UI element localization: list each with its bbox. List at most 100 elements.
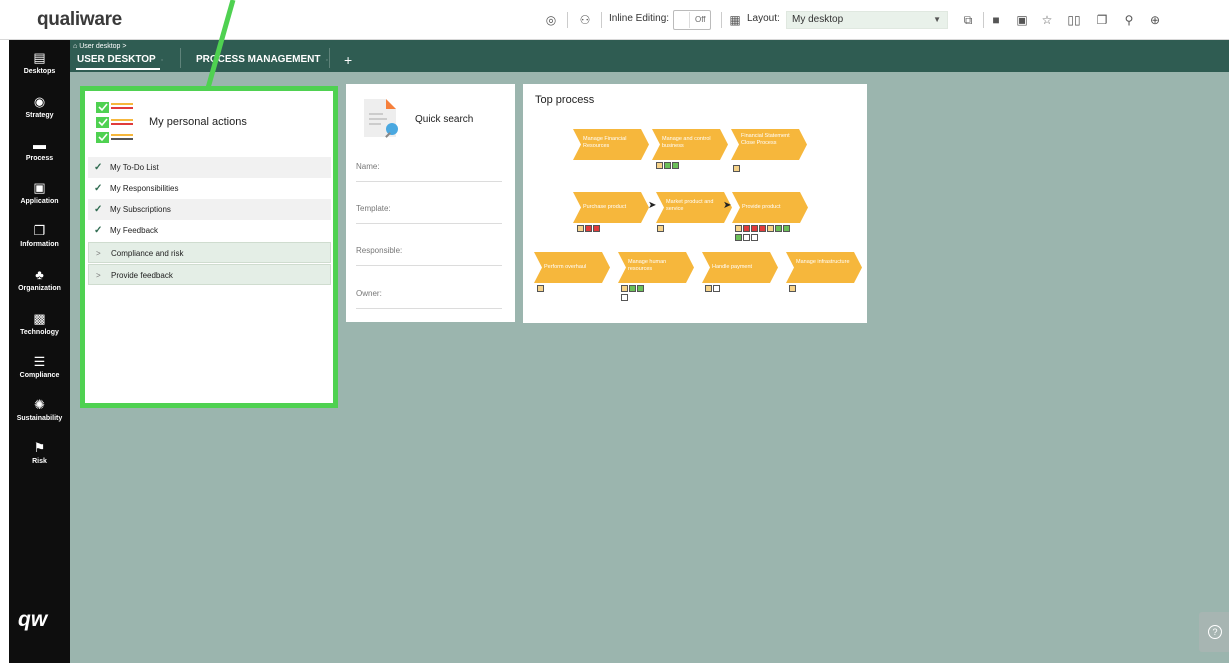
- sidebar-item-strategy[interactable]: ◉ Strategy: [9, 94, 70, 120]
- check-icon: ✓: [94, 162, 103, 173]
- tab-process-management[interactable]: PROCESS MANAGEMENT ▫: [196, 54, 328, 65]
- badge: [664, 162, 671, 169]
- globe-icon[interactable]: ◎: [543, 12, 559, 28]
- divider: [567, 12, 568, 28]
- badge: [789, 285, 796, 292]
- present-icon[interactable]: ▣: [1014, 12, 1030, 28]
- help-button[interactable]: ?: [1199, 612, 1229, 652]
- process-shape[interactable]: Manage Financial Resources: [573, 129, 649, 160]
- sidebar-item-label: Application: [20, 198, 59, 205]
- process-shape[interactable]: Manage infrastructure: [786, 252, 862, 283]
- badge: [637, 285, 644, 292]
- group-provide-feedback[interactable]: > Provide feedback: [88, 264, 331, 285]
- item-label: My Subscriptions: [110, 205, 171, 214]
- process-shape[interactable]: Purchase product: [573, 192, 649, 223]
- inline-editing-toggle[interactable]: Off: [673, 10, 711, 30]
- documents-icon[interactable]: ❐: [1094, 12, 1110, 28]
- process-label: Purchase product: [583, 204, 627, 210]
- layout-select[interactable]: My desktop ▼: [786, 11, 948, 29]
- sidebar-item-risk[interactable]: ⚑ Risk: [9, 440, 70, 466]
- process-shape[interactable]: Financial Statement Close Process: [731, 129, 807, 160]
- user-icon[interactable]: ⊕: [1147, 12, 1163, 28]
- item-label: My To-Do List: [110, 163, 159, 172]
- layout-value: My desktop: [792, 14, 844, 25]
- badge: [751, 225, 758, 232]
- folder-icon[interactable]: ■: [988, 12, 1004, 28]
- lock-icon: ▫: [325, 57, 328, 64]
- quick-search-card: Quick search Name: Template: Responsible…: [346, 84, 515, 322]
- owner-field[interactable]: Owner:: [356, 289, 502, 309]
- flag-icon: ⚑: [33, 440, 46, 455]
- check-icon: ✓: [94, 183, 103, 194]
- sidebar-item-compliance[interactable]: ☰ Compliance: [9, 355, 70, 380]
- badge: [733, 165, 740, 172]
- badge: [705, 285, 712, 292]
- group-label: Compliance and risk: [111, 249, 184, 258]
- card-title: Top process: [535, 94, 595, 106]
- process-label: Manage and control business: [662, 136, 711, 149]
- list-item[interactable]: ✓ My To-Do List: [88, 157, 331, 178]
- robot-icon[interactable]: ⚇: [577, 12, 593, 28]
- name-field[interactable]: Name:: [356, 162, 502, 182]
- badge: [629, 285, 636, 292]
- target-icon: ◉: [33, 94, 46, 109]
- process-shape[interactable]: Perform overhaul: [534, 252, 610, 283]
- inline-editing-label: Inline Editing:: [609, 13, 670, 24]
- sidebar-item-process[interactable]: ▬ Process: [9, 138, 70, 163]
- template-field[interactable]: Template:: [356, 204, 502, 224]
- information-icon: ❐: [33, 223, 46, 238]
- add-tab-button[interactable]: +: [344, 52, 352, 68]
- list-item[interactable]: ✓ My Responsibilities: [88, 178, 331, 199]
- check-icon: ✓: [94, 225, 103, 236]
- tab-user-desktop[interactable]: USER DESKTOP ▫: [77, 54, 163, 65]
- list-item[interactable]: ✓ My Feedback: [88, 220, 331, 241]
- process-badges: [537, 285, 544, 292]
- personal-actions-icon: [96, 102, 133, 143]
- badge: [751, 234, 758, 241]
- layout-label: Layout:: [747, 13, 780, 24]
- breadcrumb[interactable]: ⌂ User desktop >: [73, 43, 126, 50]
- process-shape[interactable]: Manage human resources: [618, 252, 694, 283]
- star-icon[interactable]: ☆: [1039, 12, 1055, 28]
- sidebar-item-technology[interactable]: ▩ Technology: [9, 312, 70, 337]
- compare-icon[interactable]: ▯▯: [1066, 12, 1082, 28]
- badge: [713, 285, 720, 292]
- copy-icon[interactable]: ⧉: [960, 12, 976, 28]
- sidebar-item-information[interactable]: ❐ Information: [9, 223, 70, 249]
- process-label: Manage Financial Resources: [583, 136, 627, 149]
- badge: [672, 162, 679, 169]
- divider: [721, 12, 722, 28]
- process-shape[interactable]: Market product and service: [656, 192, 732, 223]
- sidebar-item-desktops[interactable]: ▤ Desktops: [9, 50, 70, 76]
- responsible-field[interactable]: Responsible:: [356, 246, 502, 266]
- personal-actions-card: My personal actions ✓ My To-Do List ✓ My R…: [80, 86, 338, 408]
- sidebar-item-organization[interactable]: ♣ Organization: [9, 268, 70, 293]
- badge: [735, 225, 742, 232]
- qualiware-logo[interactable]: qualiware: [37, 9, 122, 31]
- divider: [601, 12, 602, 28]
- group-compliance-and-risk[interactable]: > Compliance and risk: [88, 242, 331, 263]
- top-process-card: Top process Manage Financial Resources M…: [523, 84, 867, 323]
- tab-label: USER DESKTOP: [77, 54, 156, 65]
- process-shape[interactable]: Handle payment: [702, 252, 778, 283]
- process-badges: [733, 165, 740, 172]
- item-label: My Responsibilities: [110, 184, 179, 193]
- badge: [735, 234, 742, 241]
- sidebar-item-sustainability[interactable]: ✺ Sustainability: [9, 397, 70, 423]
- sidebar-item-application[interactable]: ▣ Application: [9, 181, 70, 206]
- process-badges: [735, 225, 790, 232]
- sustainability-icon: ✺: [34, 397, 45, 412]
- toggle-state: Off: [695, 15, 706, 24]
- page-edge: [0, 40, 9, 663]
- search-icon[interactable]: ⚲: [1121, 12, 1137, 28]
- process-shape[interactable]: Manage and control business: [652, 129, 728, 160]
- check-icon: ✓: [94, 204, 103, 215]
- badge: [621, 285, 628, 292]
- chevron-right-icon: >: [96, 249, 101, 258]
- tab-divider: [180, 48, 181, 68]
- list-item[interactable]: ✓ My Subscriptions: [88, 199, 331, 220]
- chevron-shape-icon: [786, 252, 862, 283]
- desktop-icon: ▤: [33, 50, 46, 65]
- badge: [743, 234, 750, 241]
- process-shape[interactable]: Provide product: [732, 192, 808, 223]
